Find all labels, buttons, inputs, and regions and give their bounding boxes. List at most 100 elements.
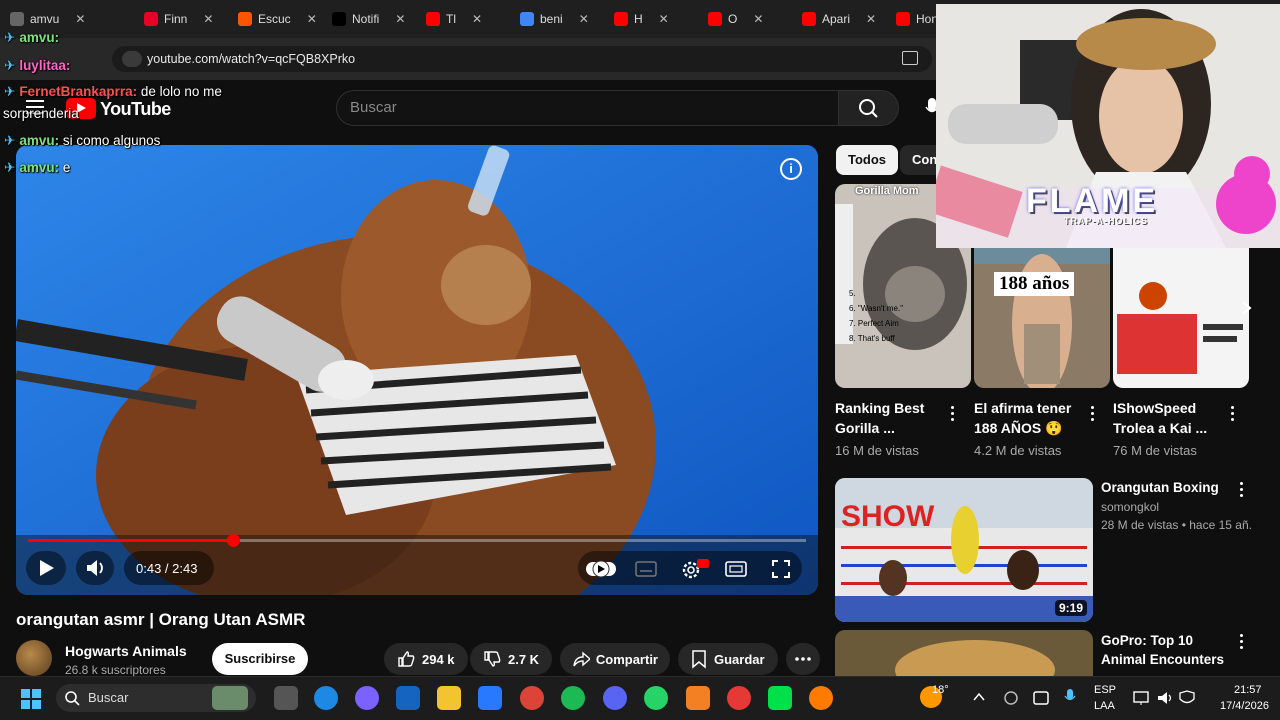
tab-close-icon[interactable]: ✕	[307, 12, 317, 26]
clock-time[interactable]: 21:57	[1234, 684, 1262, 696]
subscribe-button[interactable]: Suscribirse	[212, 643, 308, 675]
network-icon[interactable]	[1132, 690, 1150, 706]
language-bottom[interactable]: LAA	[1094, 700, 1115, 712]
language-top[interactable]: ESP	[1094, 684, 1116, 696]
related-video-thumbnail[interactable]: SHOW 9:19	[835, 478, 1093, 622]
chat-message: ✈ amvu: si como algunos	[4, 133, 160, 149]
volume-button[interactable]	[76, 551, 114, 585]
progress-scrubber-handle[interactable]	[227, 534, 240, 547]
tab-close-icon[interactable]: ✕	[75, 12, 85, 26]
browser-tab[interactable]: Tl ✕	[420, 6, 488, 32]
taskbar-search-icon	[65, 691, 80, 706]
tab-close-icon[interactable]: ✕	[579, 12, 589, 26]
short-title[interactable]: Ranking Best Gorilla ...	[835, 398, 957, 438]
tab-label: Escuc	[258, 12, 291, 26]
share-button[interactable]: Compartir	[560, 643, 670, 675]
share-icon	[573, 651, 590, 667]
browser-tab[interactable]: O ✕	[702, 6, 769, 32]
search-highlight-icon[interactable]	[212, 686, 248, 710]
clock-date[interactable]: 17/4/2026	[1220, 700, 1269, 712]
copilot-icon[interactable]	[355, 686, 379, 710]
task-view-icon[interactable]	[274, 686, 298, 710]
obs-like-icon[interactable]	[727, 686, 751, 710]
related-menu-icon[interactable]	[1240, 634, 1244, 650]
youtube-logo-text[interactable]: YouTube	[100, 99, 171, 120]
channel-name[interactable]: Hogwarts Animals	[65, 643, 187, 659]
next-arrow-icon[interactable]	[1236, 298, 1256, 318]
windows-start-icon[interactable]	[20, 688, 42, 710]
install-app-icon[interactable]	[902, 51, 918, 65]
chat-text: de lolo no me	[140, 84, 222, 99]
kick-icon[interactable]	[768, 686, 792, 710]
like-button[interactable]: 294 k	[384, 643, 468, 675]
related-video-thumbnail[interactable]	[835, 630, 1093, 676]
short-menu-icon[interactable]	[1231, 406, 1235, 422]
short-title[interactable]: El afirma tener 188 AÑOS 😲	[974, 398, 1096, 438]
discord-icon[interactable]	[603, 686, 627, 710]
channel-subscriber-count: 26.8 k suscriptores	[65, 663, 166, 677]
theater-mode-icon[interactable]	[725, 560, 747, 578]
url-text[interactable]: youtube.com/watch?v=qcFQB8XPrko	[147, 52, 355, 66]
related-video-title[interactable]: Orangutan Boxing	[1101, 478, 1241, 497]
ms-store-icon[interactable]	[478, 686, 502, 710]
chevron-up-icon[interactable]	[972, 690, 986, 704]
video-player[interactable]	[16, 145, 818, 595]
tab-close-icon[interactable]: ✕	[395, 12, 405, 26]
tab-favicon-icon	[144, 12, 158, 26]
chat-message: ✈ amvu:	[4, 30, 59, 46]
browser-tab[interactable]: Finn ✕	[138, 6, 219, 32]
fullscreen-icon[interactable]	[771, 559, 791, 579]
chat-message: ✈ luylitaa:	[4, 58, 70, 74]
info-icon[interactable]: i	[780, 158, 802, 180]
edge-icon[interactable]	[314, 686, 338, 710]
channel-avatar[interactable]	[16, 640, 52, 676]
related-menu-icon[interactable]	[1240, 482, 1244, 498]
search-input[interactable]	[336, 90, 839, 126]
microphone-tray-icon[interactable]	[1064, 688, 1076, 706]
more-actions-button[interactable]	[786, 643, 820, 675]
cloud-app-icon[interactable]	[686, 686, 710, 710]
save-label: Guardar	[714, 651, 765, 667]
chat-badge-icon: ✈	[4, 58, 16, 73]
browser-tab[interactable]: amvu ✕	[4, 6, 91, 32]
short-menu-icon[interactable]	[951, 406, 955, 422]
tray-app-icon[interactable]	[1002, 690, 1020, 706]
battery-icon[interactable]	[1178, 690, 1196, 706]
chrome-icon[interactable]	[520, 686, 544, 710]
play-button[interactable]	[26, 551, 66, 585]
chat-text: e	[62, 160, 71, 175]
tab-close-icon[interactable]: ✕	[203, 12, 213, 26]
whatsapp-icon[interactable]	[644, 686, 668, 710]
search-button[interactable]	[839, 90, 899, 126]
settings-gear-icon[interactable]	[679, 557, 709, 581]
browser-tab[interactable]: H ✕	[608, 6, 675, 32]
browser-tab[interactable]: Notifi ✕	[326, 6, 411, 32]
chat-text: sorprenderia	[3, 106, 79, 121]
tray-sync-icon[interactable]	[1032, 690, 1050, 706]
chip-todos[interactable]: Todos	[836, 145, 899, 175]
browser-tab[interactable]: Escuc ✕	[232, 6, 323, 32]
outlook-icon[interactable]	[396, 686, 420, 710]
subtitles-icon[interactable]	[635, 560, 657, 578]
app-icon[interactable]	[809, 686, 833, 710]
related-video-channel[interactable]: somongkol	[1101, 500, 1251, 514]
tab-label: Hon	[916, 12, 939, 26]
site-info-icon[interactable]	[122, 51, 142, 67]
related-video-title[interactable]: GoPro: Top 10 Animal Encounters	[1101, 631, 1241, 669]
autoplay-toggle[interactable]	[586, 560, 616, 578]
speaker-icon[interactable]	[1156, 690, 1174, 706]
browser-tab[interactable]: Apari ✕	[796, 6, 882, 32]
file-explorer-icon[interactable]	[437, 686, 461, 710]
browser-tab[interactable]: beni ✕	[514, 6, 595, 32]
progress-played	[28, 539, 233, 542]
tab-close-icon[interactable]: ✕	[866, 12, 876, 26]
short-menu-icon[interactable]	[1091, 406, 1095, 422]
short-title[interactable]: IShowSpeed Trolea a Kai ...	[1113, 398, 1235, 438]
tab-close-icon[interactable]: ✕	[659, 12, 669, 26]
save-button[interactable]: Guardar	[678, 643, 778, 675]
tab-close-icon[interactable]: ✕	[753, 12, 763, 26]
tab-close-icon[interactable]: ✕	[472, 12, 482, 26]
short-views: 76 M de vistas	[1113, 443, 1197, 458]
spotify-icon[interactable]	[561, 686, 585, 710]
dislike-button[interactable]: 2.7 K	[470, 643, 552, 675]
